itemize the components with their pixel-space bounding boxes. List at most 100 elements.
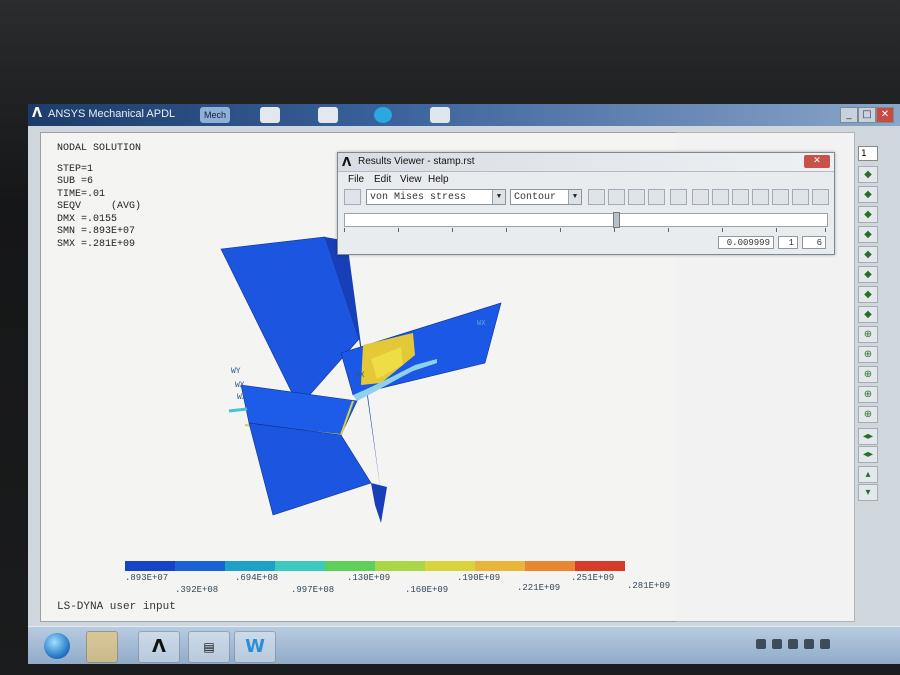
results-viewer-titlebar[interactable]: Λ Results Viewer - stamp.rst ✕ — [338, 153, 834, 172]
model-edge-tab — [228, 407, 248, 413]
taskbar: Λ ▤ W — [28, 626, 900, 664]
legend-label-10: .281E+09 — [627, 581, 671, 591]
legend-label-6: .160E+09 — [405, 585, 449, 595]
oblique-view-icon[interactable]: ◆ — [858, 306, 878, 323]
animate-icon[interactable] — [692, 189, 709, 205]
legend-label-4: .997E+08 — [291, 585, 335, 595]
close-window-button[interactable]: ✕ — [876, 107, 894, 123]
time-slider-thumb[interactable] — [613, 212, 620, 228]
menu-edit[interactable]: Edit — [374, 174, 391, 185]
legend-label-1: .893E+07 — [125, 573, 169, 583]
pan-left-icon[interactable]: ◂▸ — [858, 428, 878, 445]
ansys-logo-icon: Λ — [32, 106, 43, 121]
tray-icon[interactable] — [820, 639, 830, 649]
pan-right-icon[interactable]: ◂▸ — [858, 446, 878, 463]
left-view-icon[interactable]: ◆ — [858, 266, 878, 283]
legend-label-2: .392E+08 — [175, 585, 219, 595]
pan-down-icon[interactable]: ▾ — [858, 484, 878, 501]
maximize-button[interactable]: □ — [858, 107, 876, 123]
label-wx-2: WX — [237, 393, 247, 402]
display-type-select[interactable]: Contour ▼ — [510, 189, 582, 205]
export-icon[interactable] — [812, 189, 829, 205]
display-type-value: Contour — [514, 192, 557, 203]
plot-results-icon[interactable] — [588, 189, 605, 205]
tray-icon[interactable] — [772, 639, 782, 649]
legend-label-3: .694E+08 — [235, 573, 279, 583]
system-tray — [756, 637, 876, 653]
bottom-view-icon[interactable]: ◆ — [858, 286, 878, 303]
colorbar-segment — [425, 561, 475, 571]
view-toolbar: ◆ ◆ ◆ ◆ ◆ ◆ ◆ ◆ ⊕ ⊕ ⊕ ⊕ ⊕ ◂▸ ◂▸ ▴ ▾ — [858, 146, 882, 506]
legend-label-7: .190E+09 — [457, 573, 501, 583]
results-viewer-title: Results Viewer - stamp.rst — [358, 156, 475, 167]
minimize-button[interactable]: _ — [840, 107, 858, 123]
taskbar-app-icon[interactable] — [86, 631, 118, 663]
save-icon[interactable] — [430, 107, 450, 123]
refresh-icon[interactable] — [374, 107, 392, 123]
table-icon[interactable] — [648, 189, 665, 205]
label-wx: WX — [235, 381, 245, 390]
query-results-icon[interactable] — [608, 189, 625, 205]
taskbar-ansys-icon[interactable]: Λ — [138, 631, 180, 663]
colorbar-segment — [225, 561, 275, 571]
time-slider[interactable] — [344, 212, 828, 228]
results-viewer-window[interactable]: Λ Results Viewer - stamp.rst ✕ File Edit… — [337, 152, 835, 255]
settings-gear-icon[interactable] — [712, 189, 729, 205]
volume-icon[interactable] — [804, 639, 814, 649]
tray-icon[interactable] — [756, 639, 766, 649]
open-file-icon[interactable] — [318, 107, 338, 123]
load-step-field[interactable]: 1 — [778, 236, 798, 249]
zoom-out-icon[interactable]: ⊕ — [858, 406, 878, 423]
grid-icon[interactable] — [772, 189, 789, 205]
top-view-icon[interactable]: ◆ — [858, 206, 878, 223]
results-viewer-toolbar: von Mises stress ▼ Contour ▼ — [338, 189, 834, 209]
query-picking-icon[interactable] — [732, 189, 749, 205]
result-item-picker-icon[interactable] — [344, 189, 361, 205]
model-front-edge — [371, 483, 387, 523]
zoom-icon[interactable]: ⊕ — [858, 326, 878, 343]
results-viewer-menubar: File Edit View Help — [338, 173, 834, 187]
list-results-icon[interactable] — [628, 189, 645, 205]
result-item-value: von Mises stress — [370, 192, 467, 203]
clear-icon[interactable] — [752, 189, 769, 205]
colorbar-segment — [125, 561, 175, 571]
network-icon[interactable] — [788, 639, 798, 649]
zoom-back-icon[interactable]: ⊕ — [858, 366, 878, 383]
pan-up-icon[interactable]: ▴ — [858, 466, 878, 483]
zoom-box-icon[interactable]: ⊕ — [858, 346, 878, 363]
screen: Λ ANSYS Mechanical APDL Mech _ □ ✕ NODAL… — [28, 104, 900, 664]
results-viewer-close-button[interactable]: ✕ — [804, 155, 830, 168]
label-mx: MX — [355, 371, 365, 380]
iso-view-icon[interactable]: ◆ — [858, 166, 878, 183]
time-value-field[interactable]: 0.009999 — [718, 236, 774, 249]
result-item-select[interactable]: von Mises stress ▼ — [366, 189, 506, 205]
app-titlebar: Λ ANSYS Mechanical APDL Mech _ □ ✕ — [28, 104, 900, 126]
legend-label-5: .130E+09 — [347, 573, 391, 583]
menu-file[interactable]: File — [348, 174, 364, 185]
status-line: LS-DYNA user input — [57, 601, 176, 613]
taskbar-workbench-icon[interactable]: W — [234, 631, 276, 663]
back-view-icon[interactable]: ◆ — [858, 226, 878, 243]
chevron-down-icon[interactable]: ▼ — [492, 190, 505, 204]
toolbar-menu-button[interactable]: Mech — [200, 107, 230, 123]
menu-view[interactable]: View — [400, 174, 422, 185]
taskbar-window-icon[interactable]: ▤ — [188, 631, 230, 663]
front-view-icon[interactable]: ◆ — [858, 186, 878, 203]
chevron-down-icon[interactable]: ▼ — [568, 190, 581, 204]
colorbar-segment — [575, 561, 625, 571]
colorbar-segment — [375, 561, 425, 571]
zoom-in-icon[interactable]: ⊕ — [858, 386, 878, 403]
print-icon[interactable] — [792, 189, 809, 205]
menu-help[interactable]: Help — [428, 174, 449, 185]
time-slider-ticks — [344, 228, 826, 234]
app-title: ANSYS Mechanical APDL — [48, 108, 176, 120]
label-wy: WY — [231, 367, 241, 376]
start-button-icon[interactable] — [44, 633, 70, 659]
substep-field[interactable]: 6 — [802, 236, 826, 249]
image-capture-icon[interactable] — [670, 189, 687, 205]
legend-label-8: .221E+09 — [517, 583, 561, 593]
right-view-icon[interactable]: ◆ — [858, 246, 878, 263]
new-file-icon[interactable] — [260, 107, 280, 123]
legend-label-9: .251E+09 — [571, 573, 615, 583]
model-front-panel — [248, 422, 372, 516]
